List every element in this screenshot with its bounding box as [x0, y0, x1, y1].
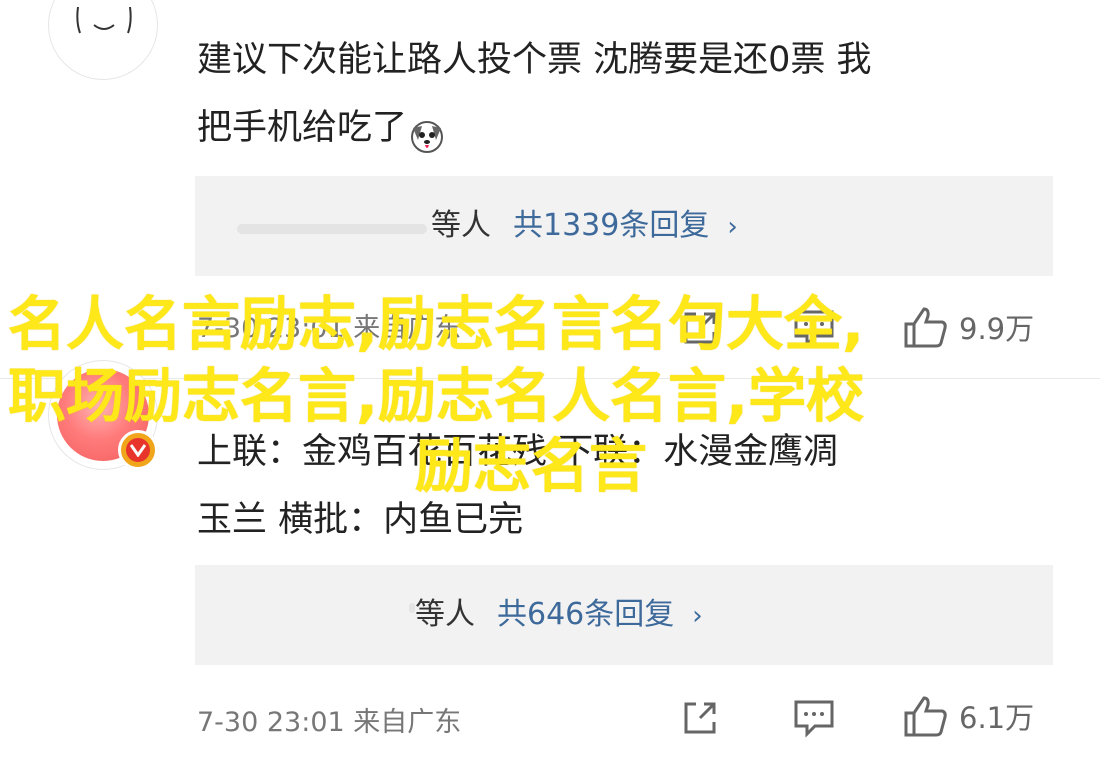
like-button[interactable]: 9.9万 [903, 305, 1034, 349]
like-count: 9.9万 [959, 312, 1035, 346]
dog-face-emoji-icon [409, 111, 445, 153]
face-icon [76, 7, 132, 34]
replies-summary[interactable]: 等人 共1339条回复 › [431, 206, 738, 247]
thumbs-up-icon [904, 696, 947, 737]
replies-summary[interactable]: 等人 共646条回复 › [415, 595, 703, 636]
username-faded [195, 0, 495, 6]
comment-button[interactable] [793, 698, 835, 738]
blurred-usernames [237, 224, 427, 234]
replies-people-label: 等人 [431, 208, 491, 243]
like-count: 6.1万 [959, 701, 1035, 735]
thumbs-up-icon [904, 307, 947, 348]
chevron-right-icon: › [727, 212, 738, 242]
chevron-right-icon: › [692, 601, 703, 631]
comment-text-line: 把手机给吃了 [197, 96, 445, 160]
share-button[interactable] [680, 698, 720, 738]
overlay-title-line: 职场励志名言,励志名人名言,学校 [8, 362, 865, 430]
replies-count-link[interactable]: 共1339条回复 [513, 208, 709, 243]
replies-people-label: 等人 [415, 597, 475, 632]
share-icon [684, 702, 716, 734]
comment-bubble-icon [794, 700, 834, 738]
like-button[interactable]: 6.1万 [903, 694, 1034, 738]
replies-count-link[interactable]: 共646条回复 [497, 597, 674, 632]
comment-meta: 7-30 23:01 来自广东 [197, 707, 462, 738]
overlay-title-line: 名人名言励志,励志名言名句大全, [8, 290, 865, 358]
replies-panel[interactable]: 等人 共646条回复 › [195, 565, 1053, 665]
replies-panel[interactable]: 等人 共1339条回复 › [195, 176, 1053, 276]
comment-text-line: 建议下次能让路人投个票 沈腾要是还0票 我 [197, 40, 872, 80]
verified-badge-icon [118, 430, 158, 470]
avatar-commenter-1[interactable] [48, 0, 158, 80]
comment-text-fragment: 把手机给吃了 [197, 108, 408, 148]
overlay-title-line: 励志名言 [415, 432, 648, 500]
